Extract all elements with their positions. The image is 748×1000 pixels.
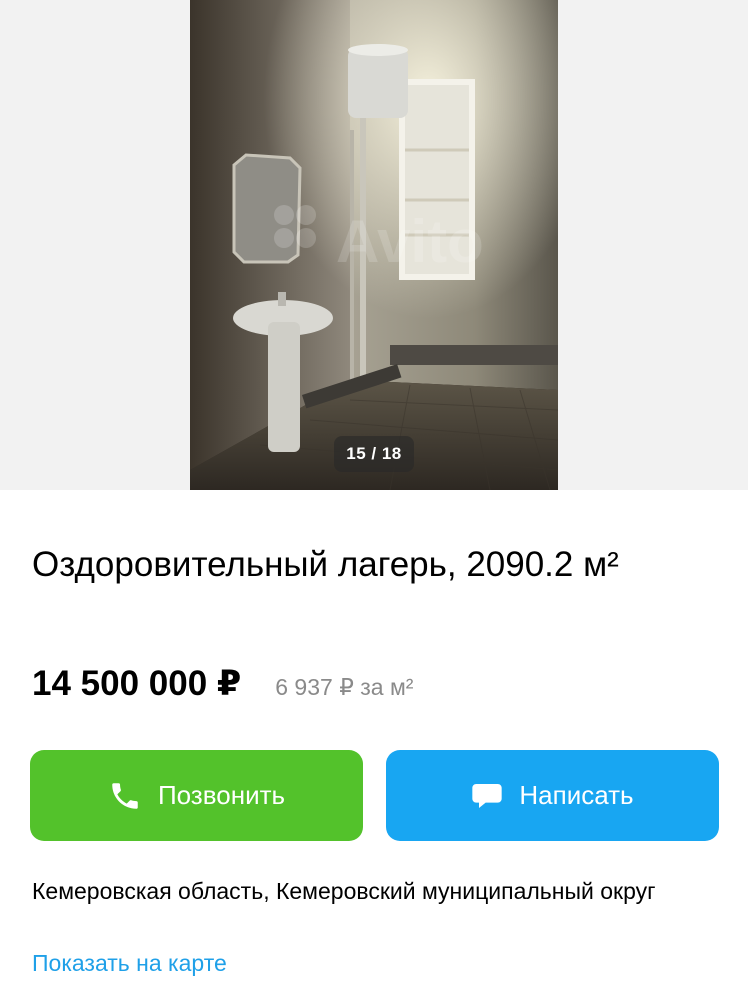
phone-icon (108, 779, 142, 813)
listing-title: Оздоровительный лагерь, 2090.2 м² (32, 545, 619, 584)
show-on-map-link[interactable]: Показать на карте (32, 950, 227, 977)
bathroom-photo-image: Avito (190, 0, 558, 490)
write-button[interactable]: Написать (386, 750, 719, 841)
listing-address: Кемеровская область, Кемеровский муницип… (32, 878, 656, 904)
listing-price: 14 500 000 ₽ (32, 664, 242, 703)
photo-counter: 15 / 18 (334, 436, 414, 472)
watermark-text: Avito (336, 208, 484, 275)
photo-gallery[interactable]: Avito 15 / 18 (0, 0, 748, 490)
call-button-label: Позвонить (157, 780, 286, 810)
price-row: 14 500 000 ₽ 6 937 ₽ за м² (32, 664, 413, 704)
call-button[interactable]: Позвонить (30, 750, 363, 841)
chat-bubble-icon (471, 781, 503, 811)
listing-photo[interactable]: Avito (190, 0, 558, 490)
price-per-square-meter: 6 937 ₽ за м² (275, 674, 414, 700)
write-button-label: Написать (519, 780, 634, 810)
